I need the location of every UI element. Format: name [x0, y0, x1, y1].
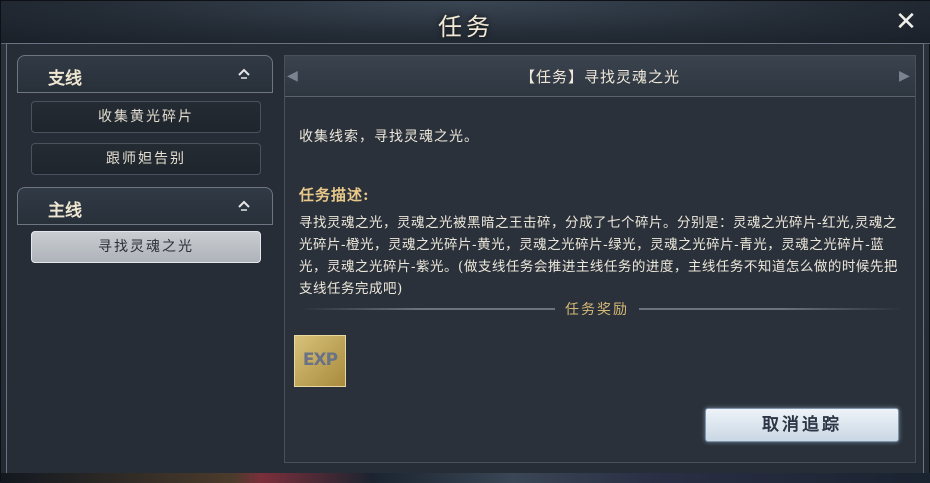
- quest-description: 寻找灵魂之光，灵魂之光被黑暗之王击碎，分成了七个碎片。分别是：灵魂之光碎片-红光…: [299, 215, 898, 297]
- quest-list: 支线 收集黄光碎片 跟师妲告别 主线 寻找灵魂之光: [17, 55, 275, 465]
- category-label: 支线: [48, 69, 82, 89]
- quest-item-find-soul-light[interactable]: 寻找灵魂之光: [31, 231, 261, 263]
- title-bar: 任务 ✕: [1, 1, 930, 44]
- window-title: 任务: [438, 13, 494, 41]
- quest-title: 【任务】寻找灵魂之光: [519, 68, 680, 86]
- description-heading: 任务描述:: [299, 186, 370, 204]
- quest-objective: 收集线索，寻找灵魂之光。: [299, 129, 479, 145]
- quest-item-collect-yellow-shards[interactable]: 收集黄光碎片: [31, 101, 261, 133]
- quest-window: 任务 ✕ 支线 收集黄光碎片 跟师妲告别 主线 寻找灵魂之光 ◀ 【任务】寻找灵…: [0, 0, 930, 483]
- reward-heading: 任务奖励: [555, 299, 639, 319]
- category-side-quests[interactable]: 支线: [17, 55, 273, 93]
- quest-item-farewell[interactable]: 跟师妲告别: [31, 143, 261, 175]
- close-icon[interactable]: ✕: [893, 9, 919, 35]
- cancel-tracking-button[interactable]: 取消追踪: [705, 408, 899, 442]
- chevron-up-icon: [236, 65, 252, 81]
- category-label: 主线: [48, 201, 82, 221]
- exp-label: EXP: [302, 350, 338, 370]
- quest-detail: ◀ 【任务】寻找灵魂之光 ▶ 收集线索，寻找灵魂之光。 任务描述: 寻找灵魂之光…: [284, 55, 916, 463]
- chevron-up-icon: [236, 197, 252, 213]
- quest-detail-header: ◀ 【任务】寻找灵魂之光 ▶: [285, 56, 915, 97]
- exp-reward-icon[interactable]: EXP: [294, 335, 346, 387]
- ornament-right-icon: ▶: [899, 68, 910, 84]
- category-main-quests[interactable]: 主线: [17, 187, 273, 225]
